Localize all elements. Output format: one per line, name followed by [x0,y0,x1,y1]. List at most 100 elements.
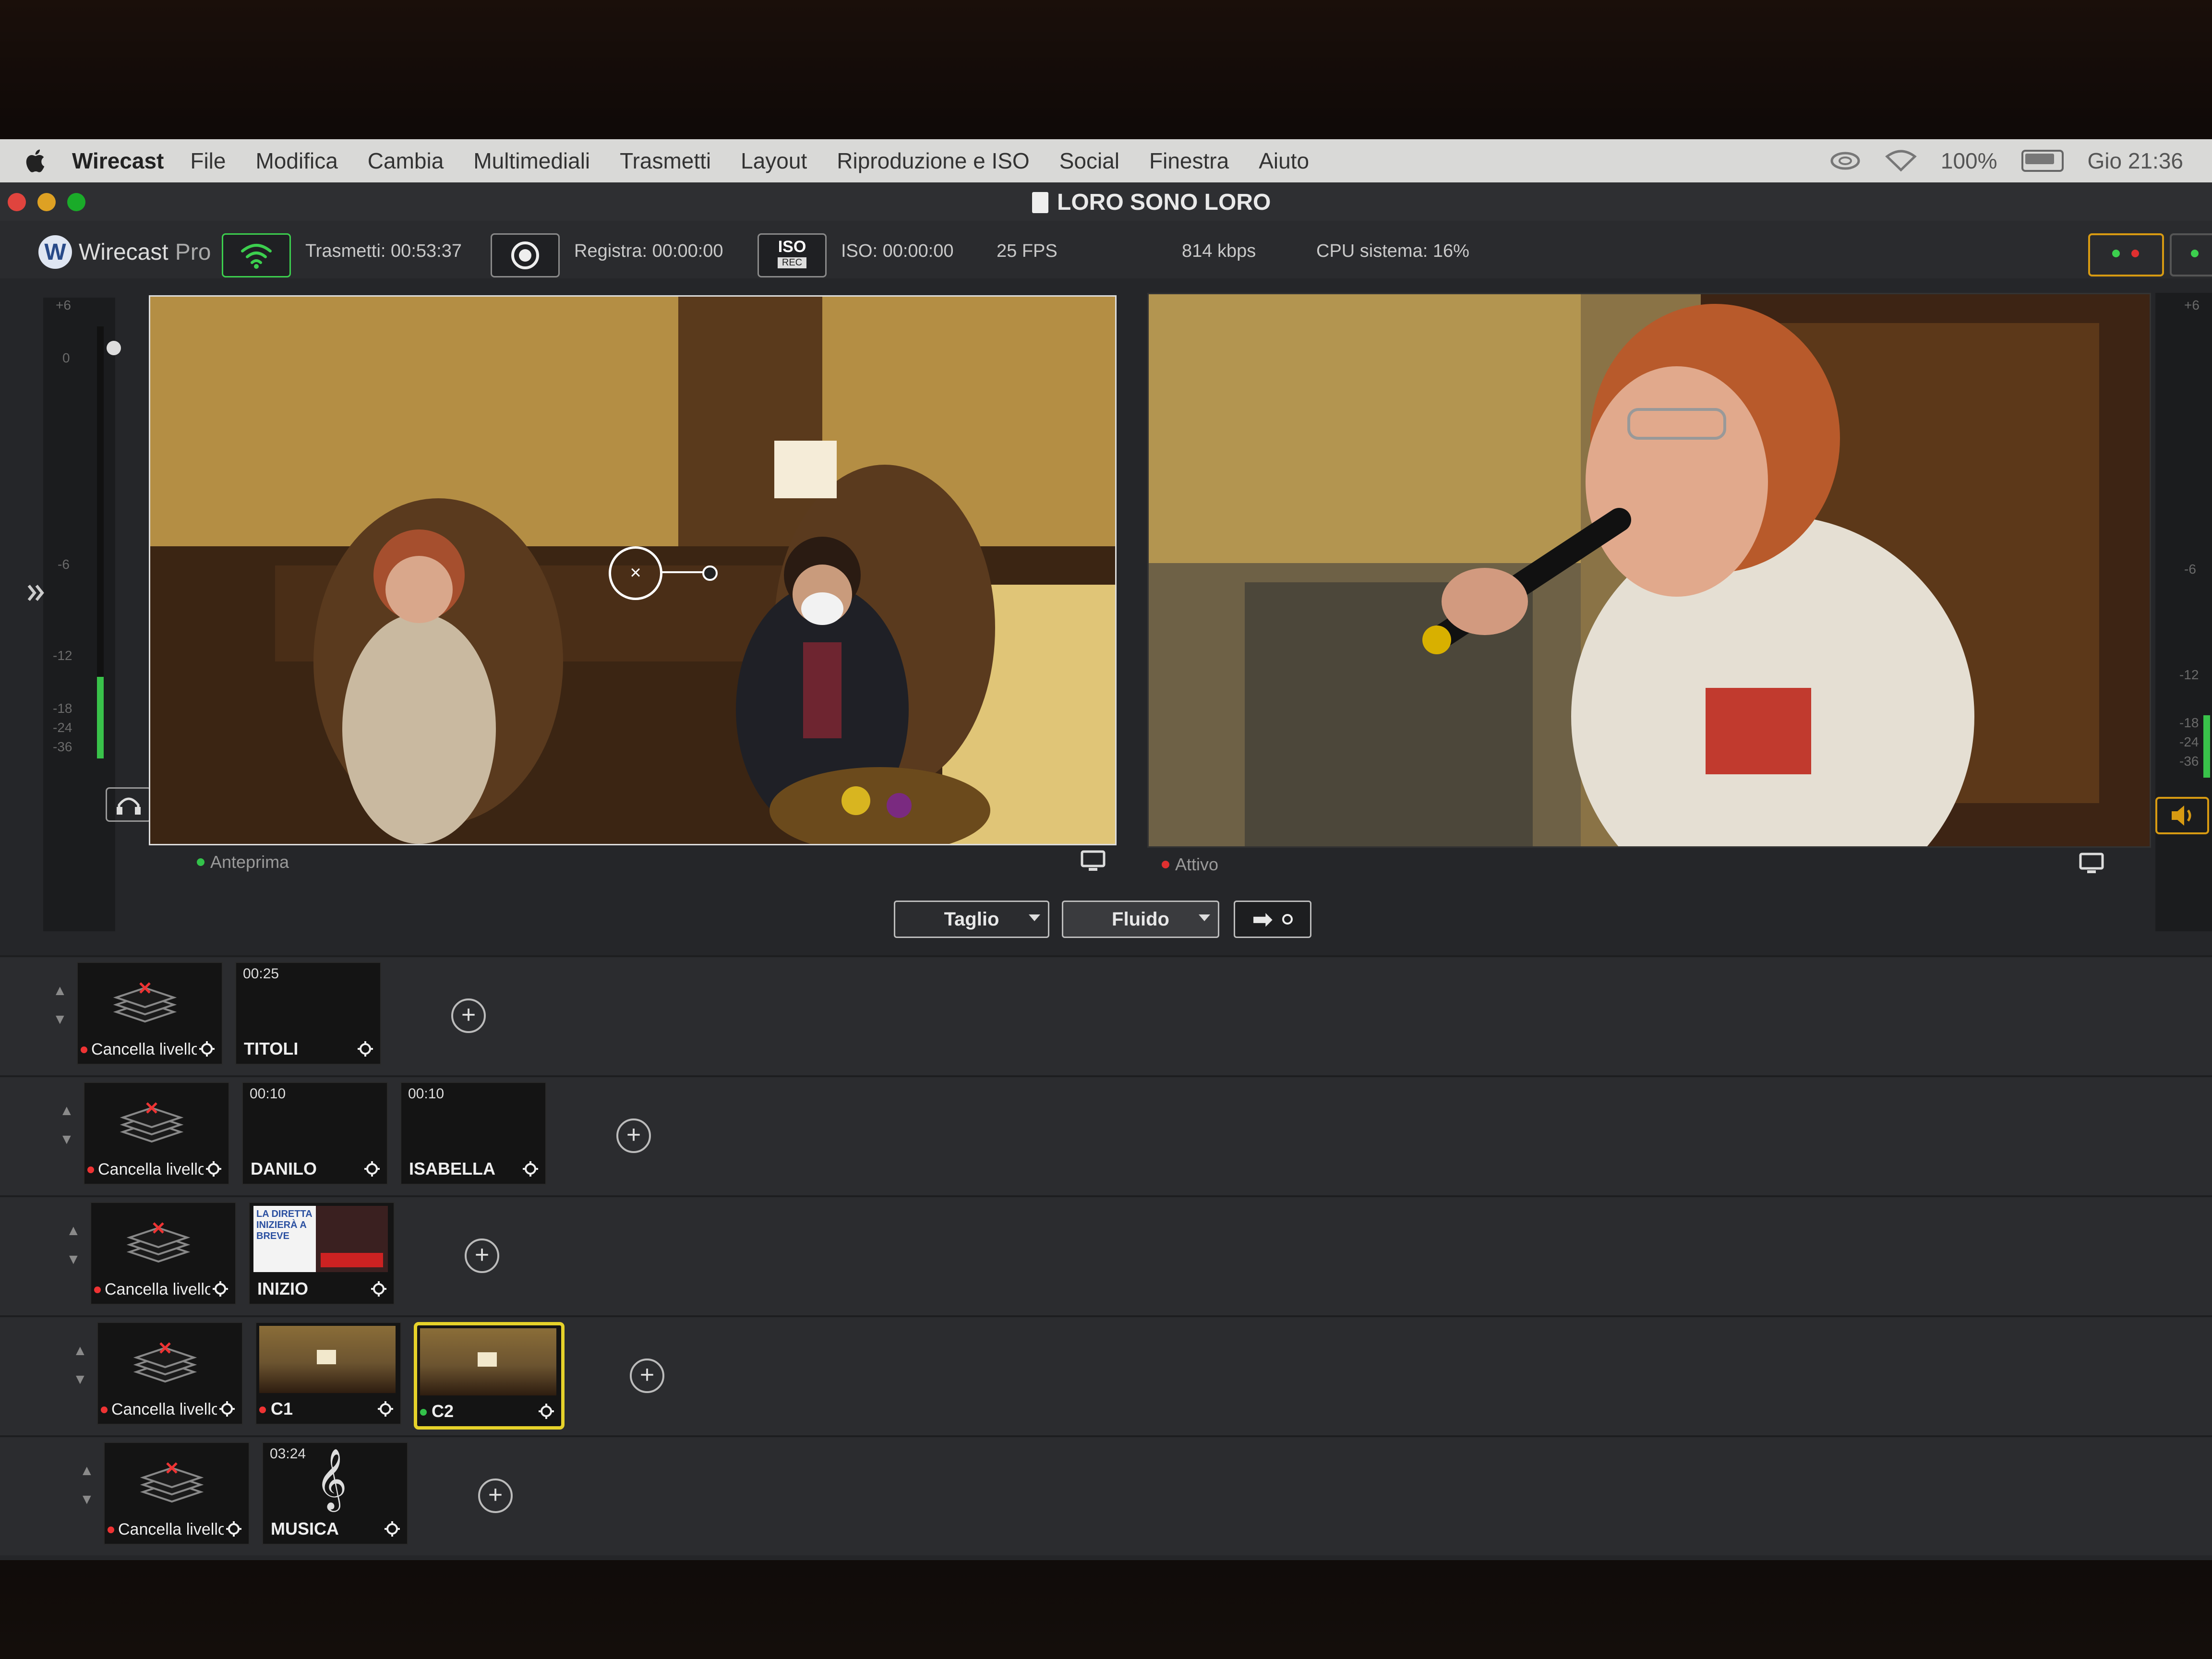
shot-name: MUSICA [271,1519,339,1539]
clear-layers-icon [125,1214,192,1266]
menu-finestra[interactable]: Finestra [1149,148,1229,174]
arrow-down-icon[interactable]: ▼ [53,1005,67,1034]
arrow-up-icon[interactable]: ▲ [60,1096,74,1125]
gear-icon[interactable] [364,1161,380,1177]
live-display-icon[interactable] [2079,852,2104,876]
menu-file[interactable]: File [190,148,226,174]
clear-layer-shot[interactable]: Cancella livello [90,1202,236,1305]
gear-icon[interactable] [522,1161,539,1177]
left-audio-meter: +6 0 -6 -12 -18 -24 -36 [43,298,152,931]
gear-icon[interactable] [199,1041,215,1057]
menu-layout[interactable]: Layout [741,148,807,174]
preview-label-text: Anteprima [210,852,289,872]
add-shot-button[interactable]: + [451,998,486,1033]
go-transition-button[interactable]: ➡ [1234,901,1311,938]
clear-layer-shot[interactable]: Cancella livello [84,1082,229,1185]
shot-thumbnail[interactable]: C2 [414,1322,565,1430]
apple-icon[interactable] [19,146,53,175]
bitrate-readout: 814 kbps [1182,241,1256,261]
arrow-down-icon[interactable]: ▼ [60,1125,74,1154]
menu-clock[interactable]: Gio 21:36 [2088,148,2183,174]
arrow-up-icon[interactable]: ▲ [73,1336,87,1365]
menu-cambia[interactable]: Cambia [368,148,444,174]
gear-icon[interactable] [219,1401,235,1417]
add-shot-button[interactable]: + [616,1118,651,1153]
clear-layer-shot[interactable]: Cancella livello [97,1322,243,1425]
layer-reorder-arrows[interactable]: ▲ ▼ [66,1216,81,1274]
shot-thumbnail[interactable]: C1 [255,1322,401,1425]
expand-sidebar-icon[interactable] [24,581,48,605]
menu-riproduzione-iso[interactable]: Riproduzione e ISO [837,148,1029,174]
meter-tick: -36 [2179,754,2199,769]
smooth-transition-label: Fluido [1112,908,1169,930]
menu-app-name[interactable]: Wirecast [72,148,164,174]
shot-duration: 00:10 [250,1086,286,1102]
gear-icon[interactable] [357,1041,373,1057]
menu-multimediali[interactable]: Multimediali [473,148,590,174]
volume-slider-knob[interactable] [107,341,121,355]
zoom-window-button[interactable] [67,193,85,211]
shot-name: C1 [271,1399,293,1419]
gear-icon[interactable] [384,1521,400,1537]
preview-monitor[interactable]: × [149,295,1117,845]
meter-tick: -24 [2179,734,2199,749]
output-status-button[interactable] [2170,233,2212,276]
menu-modifica[interactable]: Modifica [255,148,337,174]
add-shot-button[interactable]: + [465,1238,499,1273]
wifi-icon[interactable] [1885,150,1917,172]
shot-thumbnail[interactable]: LA DIRETTA INIZIERÀ A BREVE INIZIO [249,1202,395,1305]
layer-reorder-arrows[interactable]: ▲ ▼ [73,1336,87,1394]
broadcast-button[interactable] [222,233,291,277]
shot-thumbnail[interactable]: 00:10 DANILO [242,1082,388,1185]
arrow-up-icon[interactable]: ▲ [53,976,67,1005]
clear-layer-shot[interactable]: Cancella livello [77,962,223,1065]
status-lights-button[interactable] [2088,233,2164,276]
clear-layer-shot[interactable]: Cancella livello [104,1442,250,1545]
close-window-button[interactable] [8,193,26,211]
add-shot-button[interactable]: + [478,1479,513,1513]
rotate-handle[interactable] [702,565,718,581]
gear-icon[interactable] [226,1521,242,1537]
layer-row: ▲ ▼ Cancella livello LA DIRETTA INIZIERÀ A … [0,1195,2212,1315]
preview-display-icon[interactable] [1080,850,1106,874]
minimize-window-button[interactable] [37,193,56,211]
iso-record-button[interactable]: ISO REC [757,233,827,277]
arrow-up-icon[interactable]: ▲ [66,1216,81,1245]
headphones-button[interactable] [106,787,152,822]
preview-status-dot [197,858,204,866]
arrow-down-icon[interactable]: ▼ [73,1365,87,1394]
gear-icon[interactable] [212,1281,228,1297]
layer-reorder-arrows[interactable]: ▲ ▼ [60,1096,74,1154]
layer-row: ▲ ▼ Cancella livello C1 C2 + [0,1315,2212,1435]
clear-layers-icon [132,1334,199,1386]
speaker-button[interactable] [2155,797,2209,834]
layer-reorder-arrows[interactable]: ▲ ▼ [80,1456,94,1514]
shot-thumbnail[interactable]: 00:25 TITOLI [235,962,381,1065]
music-clef-icon: 𝄞 [316,1449,348,1508]
gear-icon[interactable] [371,1281,387,1297]
battery-icon[interactable] [2021,150,2064,172]
shot-thumbnail[interactable]: 𝄞 03:24 MUSICA [262,1442,408,1545]
live-status-dot [1162,861,1169,868]
creative-cloud-icon[interactable] [1829,150,1861,172]
smooth-transition-dropdown[interactable]: Fluido [1062,901,1219,938]
gear-icon[interactable] [377,1401,394,1417]
live-monitor[interactable] [1147,293,2151,848]
arrow-up-icon[interactable]: ▲ [80,1456,94,1485]
gear-icon[interactable] [538,1403,554,1419]
menu-trasmetti[interactable]: Trasmetti [620,148,711,174]
iso-badge-top: ISO [778,238,806,256]
live-dot [108,1527,114,1533]
record-button[interactable] [491,233,560,277]
gear-icon[interactable] [205,1161,222,1177]
arrow-down-icon[interactable]: ▼ [66,1245,81,1274]
main-toolbar: W Wirecast Pro Trasmetti: 00:53:37 Regis… [0,221,2212,278]
layer-reorder-arrows[interactable]: ▲ ▼ [53,976,67,1034]
arrow-down-icon[interactable]: ▼ [80,1485,94,1514]
cut-transition-dropdown[interactable]: Taglio [894,901,1049,938]
shot-transform-handle[interactable]: × [609,546,662,600]
add-shot-button[interactable]: + [630,1358,664,1393]
shot-thumbnail[interactable]: 00:10 ISABELLA [400,1082,546,1185]
menu-aiuto[interactable]: Aiuto [1259,148,1309,174]
menu-social[interactable]: Social [1059,148,1119,174]
